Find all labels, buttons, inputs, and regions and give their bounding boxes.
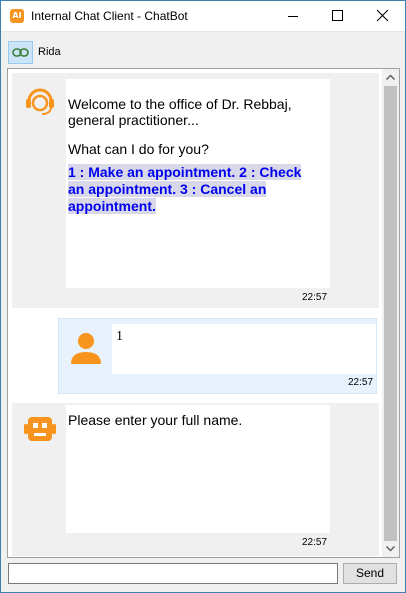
message-text: Please enter your full name.: [68, 412, 243, 428]
message-bubble: Welcome to the office of Dr. Rebbaj, gen…: [66, 79, 330, 288]
chat-window: AI Internal Chat Client - ChatBot Rida W…: [0, 0, 406, 593]
title-bar: AI Internal Chat Client - ChatBot: [1, 1, 405, 31]
message-input[interactable]: [8, 563, 338, 584]
scroll-down-arrow-icon[interactable]: [382, 540, 399, 557]
message-time: 22:57: [302, 537, 328, 548]
message-bot: Please enter your full name. 22:57: [12, 403, 379, 556]
maximize-button[interactable]: [315, 1, 360, 31]
compose-bar: Send: [1, 560, 405, 590]
link-button[interactable]: [8, 41, 33, 64]
toolbar: Rida: [1, 31, 405, 68]
menu-options-text: 1 : Make an appointment. 2 : Check: [68, 164, 302, 180]
send-button[interactable]: Send: [343, 563, 397, 584]
app-icon: AI: [10, 9, 24, 23]
close-icon: [376, 9, 389, 22]
message-text-line: What can I do for you?: [68, 141, 209, 157]
message-user: 1 22:57: [58, 318, 377, 394]
user-icon: [71, 333, 101, 364]
menu-options-text: appointment.: [68, 198, 156, 214]
message-text: 1: [116, 329, 123, 344]
maximize-icon: [332, 10, 343, 21]
scroll-up-arrow-icon[interactable]: [382, 69, 399, 86]
scroll-thumb[interactable]: [384, 86, 397, 541]
message-agent: Welcome to the office of Dr. Rebbaj, gen…: [12, 73, 379, 308]
message-bubble: Please enter your full name.: [66, 405, 330, 533]
robot-icon: [24, 417, 56, 441]
close-button[interactable]: [360, 1, 405, 31]
message-text-line: general practitioner...: [68, 112, 199, 128]
message-text-line: Welcome to the office of Dr. Rebbaj,: [68, 96, 292, 112]
message-bubble: 1: [112, 324, 376, 374]
chat-scrollbar[interactable]: [382, 69, 399, 557]
minimize-icon: [288, 16, 298, 17]
message-time: 22:57: [302, 292, 328, 303]
support-agent-icon: [26, 88, 54, 115]
menu-options-text: an appointment. 3 : Cancel an: [68, 181, 267, 197]
window-title: Internal Chat Client - ChatBot: [31, 9, 188, 23]
chat-history[interactable]: Welcome to the office of Dr. Rebbaj, gen…: [7, 68, 400, 558]
contact-label: Rida: [38, 46, 61, 58]
message-time: 22:57: [348, 377, 374, 388]
link-icon: [12, 48, 29, 57]
minimize-button[interactable]: [270, 1, 315, 31]
